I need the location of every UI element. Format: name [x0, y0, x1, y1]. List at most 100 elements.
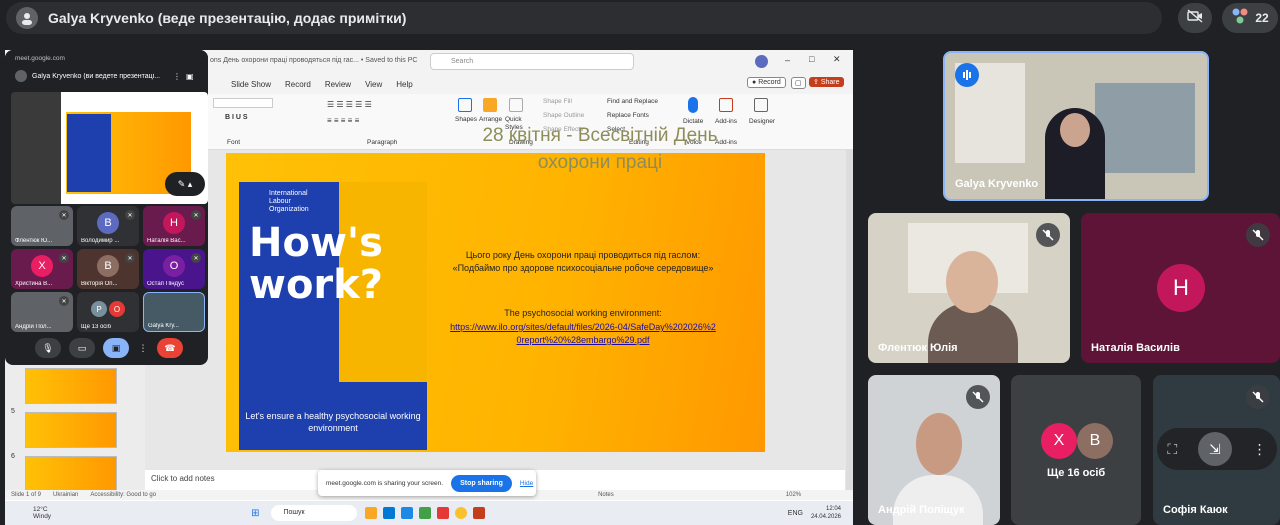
- slide-title: 28 квітня - Всесвітній День охорони прац…: [482, 125, 718, 173]
- bullets-icon[interactable]: ☰ ☰ ☰ ☰ ☰: [327, 100, 372, 109]
- participant-face: [916, 413, 962, 475]
- minimize-icon[interactable]: –: [785, 55, 790, 65]
- pip-tile-label: Флентюк Ю...: [15, 238, 53, 244]
- pip-tile-avatar: В: [97, 255, 119, 277]
- arrange-icon[interactable]: [483, 98, 497, 112]
- quick-styles-icon[interactable]: [509, 98, 523, 112]
- leave-call-icon[interactable]: ☎: [157, 338, 183, 358]
- dictate-icon[interactable]: [688, 97, 698, 113]
- presenter-avatar: [16, 7, 38, 29]
- sharing-message: meet.google.com is sharing your screen.: [326, 479, 444, 487]
- annotate-pen-button[interactable]: ✎ ▴: [165, 172, 205, 196]
- status-notes[interactable]: Notes: [598, 492, 614, 498]
- pip-tile[interactable]: Р О Ще 13 осіб: [77, 292, 139, 332]
- poster-org-name: International Labour Organization: [269, 190, 309, 213]
- taskbar-search[interactable]: Пошук: [271, 505, 358, 521]
- taskbar-apps: [365, 507, 486, 519]
- shape-fill-label[interactable]: Shape Fill: [543, 98, 572, 105]
- find-replace-button[interactable]: Find and Replace: [607, 98, 658, 105]
- more-options-icon[interactable]: ⋮: [137, 338, 149, 358]
- shape-outline-label[interactable]: Shape Outline: [543, 112, 584, 119]
- share-button[interactable]: ⇪ Share: [809, 77, 844, 87]
- slide-thumbnail-4[interactable]: [25, 368, 117, 404]
- app-icon[interactable]: [401, 507, 414, 519]
- pip-tile[interactable]: Андрій Пол... ✕: [11, 292, 73, 332]
- video-background-screen: [1095, 83, 1195, 173]
- comments-icon[interactable]: ▢: [791, 77, 806, 89]
- menu-help[interactable]: Help: [396, 80, 412, 89]
- powerpoint-icon[interactable]: [473, 507, 486, 519]
- participant-avatar: Н: [1157, 264, 1205, 312]
- slide-thumbnail-6[interactable]: [25, 456, 117, 492]
- mic-off-icon: ✕: [59, 296, 69, 306]
- slide-thumbnail-5[interactable]: [25, 412, 117, 448]
- video-tile-galya[interactable]: Galya Kryvenko: [943, 51, 1209, 201]
- hide-sharing-bar-link[interactable]: Hide: [520, 480, 533, 487]
- pip-screen-preview: ✎ ▴: [11, 92, 208, 204]
- video-tile-natalia[interactable]: Н Наталія Василів: [1081, 213, 1280, 363]
- slide-link[interactable]: https://www.ilo.org/sites/default/files/…: [448, 321, 718, 347]
- stop-sharing-button[interactable]: Stop sharing: [451, 474, 512, 492]
- shapes-icon[interactable]: [458, 98, 472, 112]
- menu-record[interactable]: Record: [285, 80, 311, 89]
- taskbar-clock[interactable]: 12:04 24.04.2026: [811, 505, 841, 521]
- ppt-search-placeholder: Search: [451, 58, 474, 65]
- more-options-icon[interactable]: ⋮: [1253, 441, 1267, 458]
- notes-placeholder: Click to add notes: [151, 474, 215, 483]
- video-tile-flentiuk[interactable]: Флентюк Юлія: [868, 213, 1070, 363]
- participants-button[interactable]: 22: [1222, 3, 1278, 33]
- app-icon[interactable]: [365, 507, 378, 519]
- video-tile-more-people[interactable]: Х В Ще 16 осіб: [1011, 375, 1141, 525]
- menu-view[interactable]: View: [365, 80, 382, 89]
- slide-poster-image: International Labour Organization How's …: [239, 182, 427, 450]
- font-size-box[interactable]: [213, 98, 273, 108]
- pip-layout-icon[interactable]: ▣: [186, 72, 194, 81]
- pip-tile[interactable]: О Остап Піндус ✕: [143, 249, 205, 289]
- status-zoom[interactable]: 102%: [786, 492, 801, 498]
- participant-count: 22: [1255, 11, 1269, 25]
- pip-tile[interactable]: Н Наталія Вас... ✕: [143, 206, 205, 246]
- record-button[interactable]: ● Record: [747, 77, 786, 88]
- pip-tile[interactable]: Флентюк Ю... ✕: [11, 206, 73, 246]
- more-options-icon[interactable]: ⋮: [173, 72, 181, 81]
- align-icon[interactable]: ≡ ≡ ≡ ≡ ≡: [327, 116, 359, 125]
- menu-review[interactable]: Review: [325, 80, 351, 89]
- close-icon[interactable]: ✕: [833, 54, 841, 65]
- app-icon[interactable]: [419, 507, 432, 519]
- app-icon[interactable]: [383, 507, 396, 519]
- designer-icon[interactable]: [754, 98, 768, 112]
- participant-name: Флентюк Юлія: [878, 342, 958, 354]
- windows-start-icon[interactable]: ⊞: [251, 508, 259, 519]
- ppt-account-avatar[interactable]: [755, 55, 768, 68]
- replace-fonts-button[interactable]: Replace Fonts: [607, 112, 649, 119]
- bold-icon[interactable]: B I U S: [225, 114, 248, 121]
- present-icon[interactable]: ▣: [103, 338, 129, 358]
- pip-tile[interactable]: Galya Kry...: [143, 292, 205, 332]
- frame-icon[interactable]: ⛶: [1167, 441, 1177, 458]
- taskbar-language[interactable]: ENG: [788, 510, 803, 517]
- maximize-icon[interactable]: □: [809, 54, 814, 64]
- mic-off-icon: [1246, 385, 1270, 409]
- designer-label[interactable]: Designer: [749, 118, 775, 125]
- mic-icon[interactable]: 🎙: [35, 338, 61, 358]
- app-icon[interactable]: [437, 507, 450, 519]
- editor-scrollbar[interactable]: [846, 150, 853, 490]
- camera-icon[interactable]: ▭: [69, 338, 95, 358]
- status-slide-number: Slide 1 of 9: [11, 492, 42, 498]
- camera-off-button[interactable]: [1178, 3, 1212, 33]
- preview-poster: [67, 114, 111, 192]
- addins-icon[interactable]: [719, 98, 733, 112]
- video-tile-andrii[interactable]: Андрій Поліщук: [868, 375, 1000, 525]
- pip-tile[interactable]: В Вікторія Оп... ✕: [77, 249, 139, 289]
- pip-tile[interactable]: Х Христина В... ✕: [11, 249, 73, 289]
- ppt-search-box[interactable]: Search: [430, 53, 634, 70]
- pin-icon[interactable]: ⇲: [1197, 432, 1232, 466]
- chrome-icon[interactable]: [455, 507, 468, 519]
- pip-presenter-avatar: [15, 70, 27, 82]
- pip-tile[interactable]: В Володимир ... ✕: [77, 206, 139, 246]
- mic-off-icon: [1246, 223, 1270, 247]
- weather-widget[interactable]: 12°C Windy: [33, 506, 51, 520]
- ribbon-font-label: Font: [227, 139, 241, 146]
- menu-slide-show[interactable]: Slide Show: [231, 80, 271, 89]
- status-accessibility[interactable]: Accessibility: Good to go: [90, 492, 156, 498]
